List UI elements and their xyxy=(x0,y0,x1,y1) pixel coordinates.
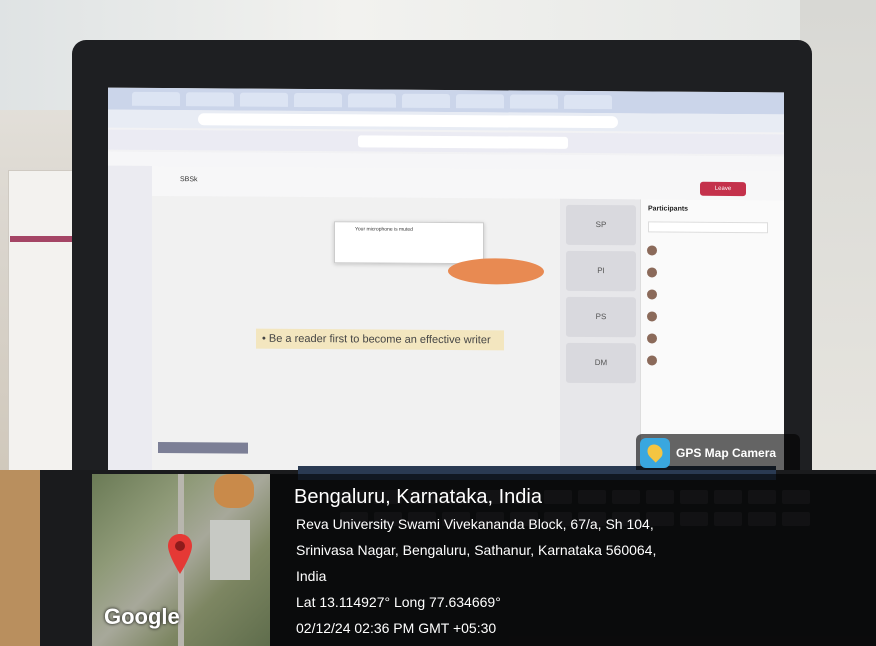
map-building xyxy=(210,520,250,580)
map-ground xyxy=(214,474,254,508)
browser-tab[interactable] xyxy=(240,92,288,107)
coordinates: Lat 13.114927° Long 77.634669° xyxy=(296,594,501,610)
mic-muted-toast: Your microphone is muted xyxy=(334,221,484,265)
meeting-title: SBSk xyxy=(180,176,198,184)
presenter-name-tag xyxy=(158,441,248,454)
thumbnail-sp[interactable]: SP xyxy=(566,204,636,246)
participants-search[interactable] xyxy=(648,221,768,234)
address-line-3: India xyxy=(296,568,327,584)
avatar xyxy=(647,289,657,300)
leave-button[interactable]: Leave xyxy=(700,181,746,197)
thumbnail-pi[interactable]: PI xyxy=(566,250,636,292)
rail-item-activity[interactable] xyxy=(108,166,152,196)
presentation-quote: • Be a reader first to become an effecti… xyxy=(256,328,504,351)
rail-item-chat[interactable] xyxy=(108,196,152,226)
participant-row[interactable] xyxy=(641,349,784,372)
gps-camera-label: GPS Map Camera xyxy=(676,446,777,460)
location-pin-icon xyxy=(168,534,192,574)
participant-row[interactable] xyxy=(641,261,784,284)
browser-tab[interactable] xyxy=(294,92,342,108)
avatar xyxy=(647,245,657,256)
rail-item-calls[interactable] xyxy=(108,316,152,346)
participant-thumbnails: SP PI PS DM xyxy=(560,198,640,476)
location-title: Bengaluru, Karnataka, India xyxy=(294,486,542,508)
avatar xyxy=(647,311,657,322)
rail-item-onedrive[interactable] xyxy=(108,346,152,376)
browser-tab[interactable] xyxy=(564,94,612,110)
avatar xyxy=(647,267,657,278)
browser-tab[interactable] xyxy=(510,94,558,109)
browser-tab[interactable] xyxy=(456,94,504,109)
browser-tab[interactable] xyxy=(402,93,450,109)
rail-item-assignments[interactable] xyxy=(108,256,152,286)
browser-tab[interactable] xyxy=(132,91,180,107)
address-line-2: Srinivasa Nagar, Bengaluru, Sathanur, Ka… xyxy=(296,542,657,558)
participant-row[interactable] xyxy=(641,305,784,328)
rail-item-teams[interactable] xyxy=(108,226,152,256)
left-app-rail xyxy=(108,165,152,472)
thumbnail-ps[interactable]: PS xyxy=(566,296,636,338)
meeting-toolbar xyxy=(152,165,784,201)
thumbnail-dm[interactable]: DM xyxy=(566,342,636,384)
rail-item-calendar[interactable] xyxy=(108,286,152,316)
laptop-screen: SBSk Leave Your microphone is muted • Be… xyxy=(108,87,784,477)
browser-tab[interactable] xyxy=(348,93,396,108)
participants-title: Participants xyxy=(648,205,689,213)
avatar xyxy=(647,333,657,344)
browser-tab[interactable] xyxy=(186,92,234,107)
google-logo: Google xyxy=(104,604,180,629)
participant-row[interactable] xyxy=(641,327,784,350)
search-input[interactable] xyxy=(358,135,568,149)
datetime: 02/12/24 02:36 PM GMT +05:30 xyxy=(296,620,497,636)
address-line-1: Reva University Swami Vivekananda Block,… xyxy=(296,516,654,532)
participant-row[interactable] xyxy=(641,239,784,262)
avatar xyxy=(647,355,657,366)
participant-row[interactable] xyxy=(641,283,784,306)
